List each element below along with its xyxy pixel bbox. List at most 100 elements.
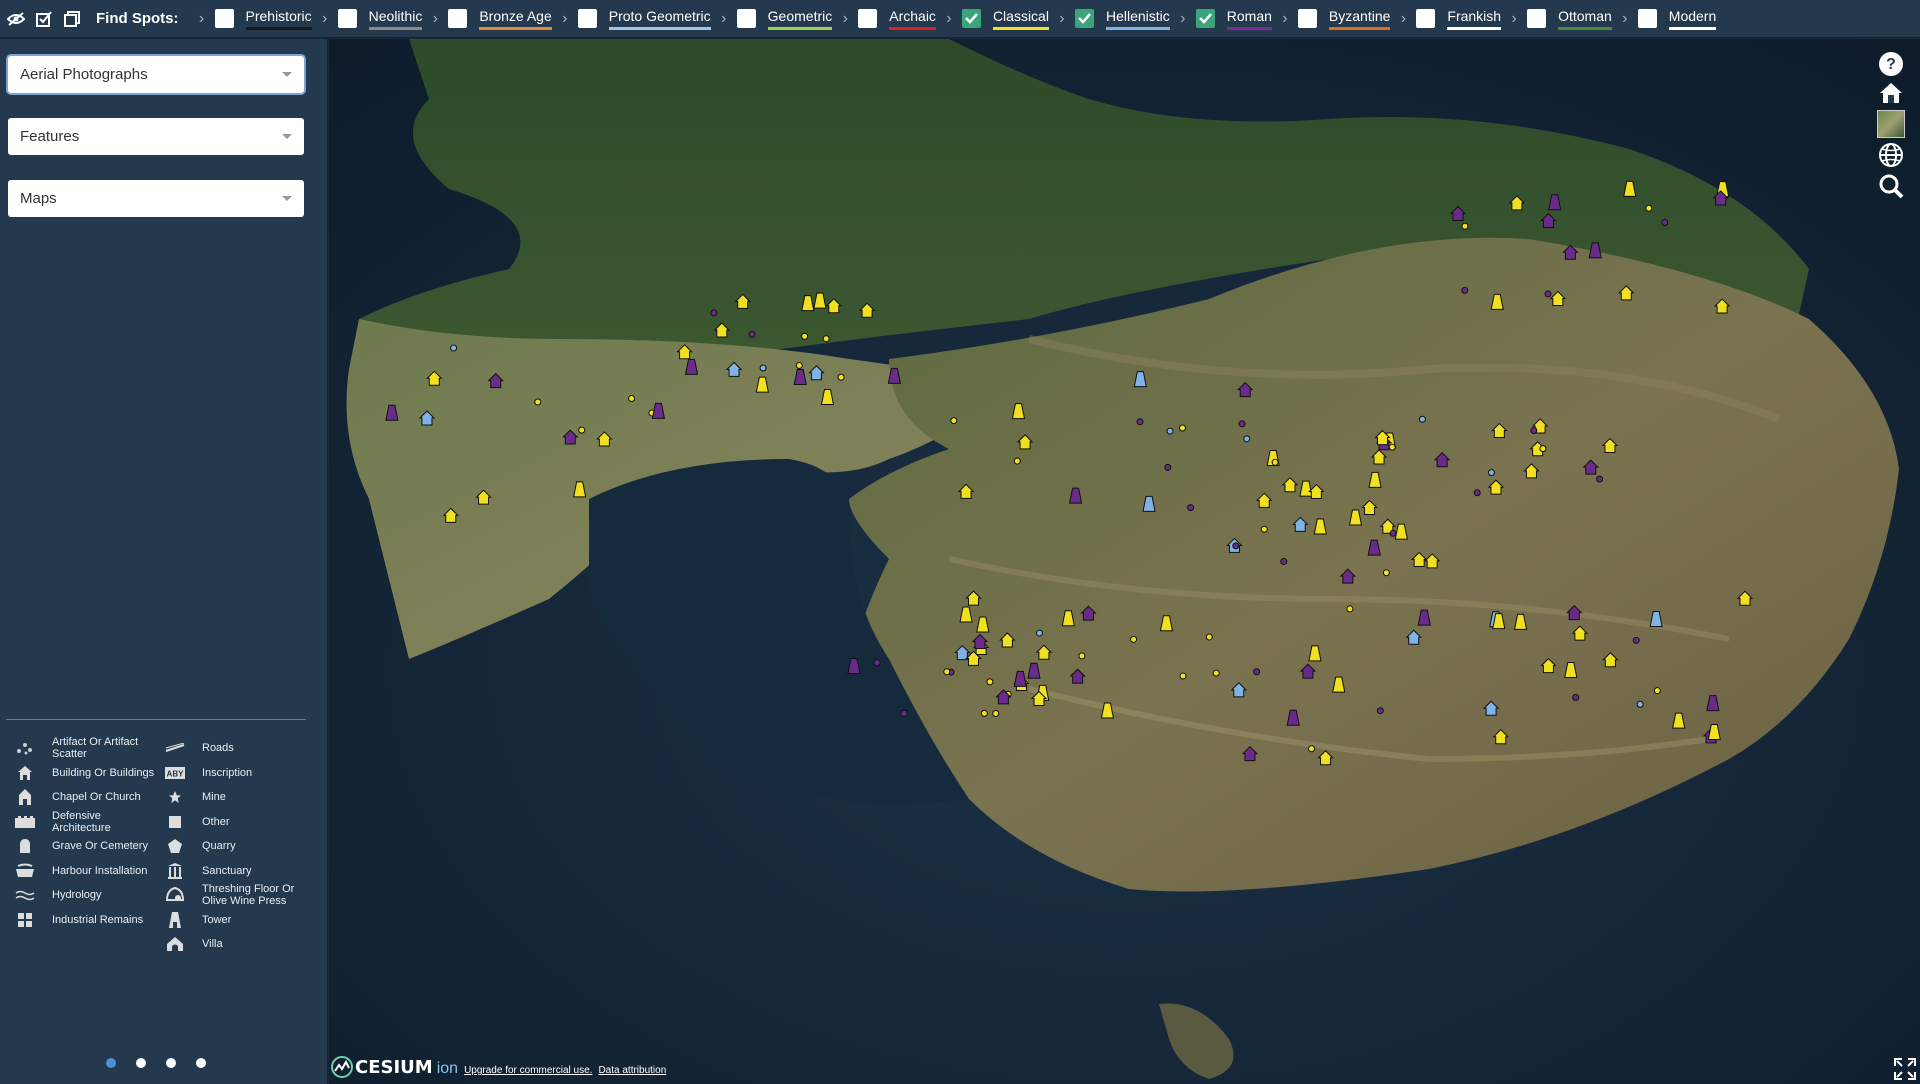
chevron-right-icon[interactable]: ›: [1612, 10, 1638, 28]
site-marker[interactable]: [1388, 443, 1396, 451]
period-label[interactable]: Bronze Age: [479, 8, 552, 30]
site-marker[interactable]: [1136, 418, 1144, 426]
site-marker[interactable]: [873, 659, 881, 667]
site-marker[interactable]: [1487, 469, 1495, 477]
chevron-right-icon[interactable]: ›: [1390, 10, 1416, 28]
period-checkbox[interactable]: [1074, 9, 1094, 28]
maps-select[interactable]: Maps: [8, 180, 304, 217]
chevron-right-icon[interactable]: ›: [936, 10, 962, 28]
help-icon[interactable]: ?: [1876, 49, 1906, 79]
site-marker[interactable]: [628, 394, 636, 402]
globe-icon[interactable]: [1876, 140, 1906, 170]
site-marker[interactable]: [1253, 668, 1261, 676]
home-icon[interactable]: [1876, 78, 1906, 108]
period-label[interactable]: Roman: [1226, 8, 1272, 30]
data-attribution-link[interactable]: Data attribution: [598, 1065, 666, 1076]
site-marker[interactable]: [748, 330, 756, 338]
site-marker[interactable]: [1078, 652, 1086, 660]
site-marker[interactable]: [795, 361, 803, 369]
period-checkbox[interactable]: [1416, 9, 1436, 28]
site-marker[interactable]: [1661, 218, 1669, 226]
period-checkbox[interactable]: [1195, 9, 1215, 28]
period-label[interactable]: Frankish: [1447, 8, 1502, 30]
period-checkbox[interactable]: [337, 9, 357, 28]
site-marker[interactable]: [837, 373, 845, 381]
site-marker[interactable]: [1645, 204, 1653, 212]
chevron-right-icon[interactable]: ›: [1170, 10, 1196, 28]
period-checkbox[interactable]: [961, 9, 981, 28]
site-marker[interactable]: [1280, 558, 1288, 566]
chevron-right-icon[interactable]: ›: [552, 10, 578, 28]
period-label[interactable]: Geometric: [767, 8, 833, 30]
period-checkbox[interactable]: [577, 9, 597, 28]
period-checkbox[interactable]: [1297, 9, 1317, 28]
chevron-right-icon[interactable]: ›: [711, 10, 737, 28]
site-marker[interactable]: [710, 309, 718, 317]
site-marker[interactable]: [1530, 426, 1538, 434]
site-marker[interactable]: [822, 335, 830, 343]
chevron-right-icon[interactable]: ›: [1272, 10, 1298, 28]
chevron-right-icon[interactable]: ›: [312, 10, 338, 28]
site-marker[interactable]: [1035, 629, 1043, 637]
site-marker[interactable]: [1653, 687, 1661, 695]
period-checkbox[interactable]: [1527, 9, 1547, 28]
period-checkbox[interactable]: [448, 9, 468, 28]
check-all-icon[interactable]: [34, 9, 54, 29]
site-marker[interactable]: [1260, 525, 1268, 533]
chevron-right-icon[interactable]: ›: [832, 10, 858, 28]
period-label[interactable]: Classical: [992, 8, 1049, 30]
site-marker[interactable]: [534, 398, 542, 406]
site-marker[interactable]: [1212, 669, 1220, 677]
upgrade-link[interactable]: Upgrade for commercial use.: [464, 1065, 592, 1076]
features-select[interactable]: Features: [8, 118, 304, 155]
site-marker[interactable]: [986, 678, 994, 686]
period-label[interactable]: Proto Geometric: [608, 8, 711, 30]
site-marker[interactable]: [1473, 489, 1481, 497]
pager-dot[interactable]: [166, 1058, 176, 1068]
site-marker[interactable]: [900, 709, 908, 717]
site-marker[interactable]: [1179, 424, 1187, 432]
map-viewport[interactable]: ? CESIUM ion Upgrade for commercial use.…: [329, 39, 1920, 1084]
period-label[interactable]: Hellenistic: [1105, 8, 1170, 30]
chevron-right-icon[interactable]: ›: [422, 10, 448, 28]
site-marker[interactable]: [1130, 635, 1138, 643]
aerial-photographs-select[interactable]: Aerial Photographs: [8, 56, 304, 93]
site-marker[interactable]: [1179, 672, 1187, 680]
site-marker[interactable]: [950, 417, 958, 425]
period-checkbox[interactable]: [214, 9, 234, 28]
pager-dot[interactable]: [106, 1058, 116, 1068]
site-marker[interactable]: [992, 710, 1000, 718]
site-marker[interactable]: [1572, 694, 1580, 702]
site-marker[interactable]: [1187, 504, 1195, 512]
fullscreen-icon[interactable]: [1894, 1058, 1916, 1080]
site-marker[interactable]: [1346, 605, 1354, 613]
site-marker[interactable]: [1271, 458, 1279, 466]
site-marker[interactable]: [1596, 475, 1604, 483]
pager-dot[interactable]: [196, 1058, 206, 1068]
period-checkbox[interactable]: [736, 9, 756, 28]
site-marker[interactable]: [1243, 435, 1251, 443]
period-checkbox[interactable]: [858, 9, 878, 28]
site-marker[interactable]: [980, 709, 988, 717]
site-marker[interactable]: [1461, 222, 1469, 230]
period-label[interactable]: Modern: [1668, 8, 1717, 30]
site-marker[interactable]: [801, 332, 809, 340]
pager-dot[interactable]: [136, 1058, 146, 1068]
hide-visibility-icon[interactable]: [6, 9, 26, 29]
site-marker[interactable]: [1308, 745, 1316, 753]
site-marker[interactable]: [759, 364, 767, 372]
site-marker[interactable]: [1389, 529, 1397, 537]
site-marker[interactable]: [943, 668, 951, 676]
site-marker[interactable]: [1632, 636, 1640, 644]
site-marker[interactable]: [1461, 286, 1469, 294]
chevron-right-icon[interactable]: ›: [1049, 10, 1075, 28]
site-marker[interactable]: [1164, 463, 1172, 471]
chevron-right-icon[interactable]: ›: [189, 10, 215, 28]
period-label[interactable]: Byzantine: [1328, 8, 1391, 30]
site-marker[interactable]: [1013, 457, 1021, 465]
search-icon[interactable]: [1876, 171, 1906, 201]
site-marker[interactable]: [1376, 707, 1384, 715]
site-marker[interactable]: [450, 344, 458, 352]
period-label[interactable]: Neolithic: [368, 8, 423, 30]
site-marker[interactable]: [1232, 542, 1240, 550]
